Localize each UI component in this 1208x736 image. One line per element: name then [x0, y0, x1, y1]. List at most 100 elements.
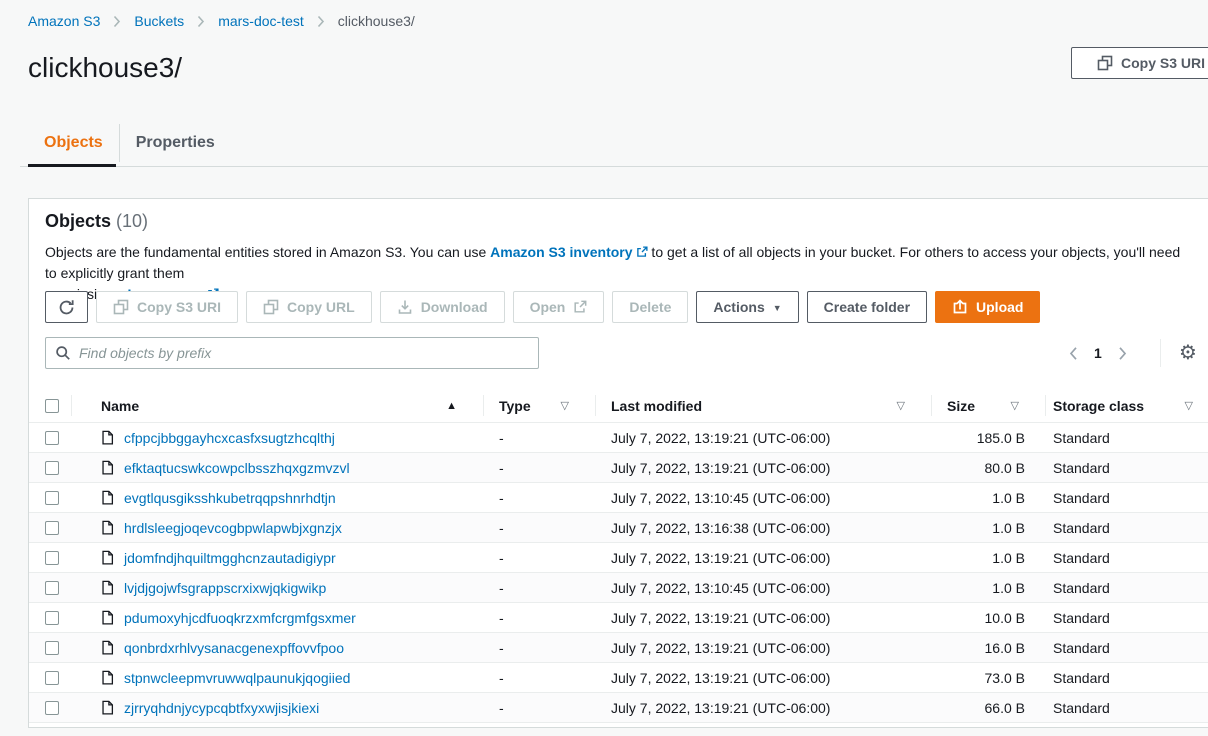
object-name-link[interactable]: jdomfndjhquiltmgghcnzautadigiypr: [124, 550, 336, 566]
sort-toggle-icon[interactable]: ▽: [1185, 399, 1193, 412]
copy-s3-uri-button[interactable]: Copy S3 URI: [96, 291, 238, 323]
column-header-size[interactable]: Size ▽: [931, 389, 1045, 422]
row-checkbox[interactable]: [45, 551, 59, 565]
download-button[interactable]: Download: [380, 291, 505, 323]
object-size: 80.0 B: [931, 453, 1045, 482]
row-checkbox[interactable]: [45, 431, 59, 445]
actions-label: Actions: [713, 299, 764, 315]
chevron-right-icon: [197, 15, 205, 28]
object-type: -: [483, 423, 595, 452]
column-header-type[interactable]: Type ▽: [483, 389, 595, 422]
create-folder-button[interactable]: Create folder: [807, 291, 927, 323]
row-checkbox[interactable]: [45, 581, 59, 595]
sort-ascending-icon: ▲: [446, 400, 457, 412]
copy-s3-uri-header-button[interactable]: Copy S3 URI: [1071, 47, 1208, 79]
active-tab-underline: [28, 164, 116, 167]
copy-url-button[interactable]: Copy URL: [246, 291, 372, 323]
breadcrumb-bucket-mars-doc-test[interactable]: mars-doc-test: [218, 13, 304, 29]
select-all-checkbox[interactable]: [45, 399, 59, 413]
open-button[interactable]: Open: [513, 291, 605, 323]
object-name-link[interactable]: lvjdjgojwfsgrappscrxixwjqkigwikp: [124, 580, 326, 596]
object-storage-class: Standard: [1045, 663, 1208, 692]
caret-down-icon: ▼: [773, 304, 782, 313]
object-size: 1.0 B: [931, 483, 1045, 512]
table-header-row: Name ▲ Type ▽ Last modified ▽ Size ▽ Sto…: [29, 389, 1208, 423]
object-type: -: [483, 603, 595, 632]
object-storage-class: Standard: [1045, 693, 1208, 722]
object-name-link[interactable]: stpnwcleepmvruwwqlpaunukjqogiied: [124, 670, 350, 686]
size-column-label: Size: [947, 398, 975, 414]
row-checkbox[interactable]: [45, 641, 59, 655]
column-header-storage-class[interactable]: Storage class ▽: [1045, 389, 1208, 422]
object-size: 185.0 B: [931, 423, 1045, 452]
object-name-link[interactable]: qonbrdxrhlvysanacgenexpffovvfpoo: [124, 640, 344, 656]
file-icon: [101, 580, 114, 595]
download-icon: [397, 299, 413, 315]
file-icon: [101, 460, 114, 475]
row-checkbox[interactable]: [45, 521, 59, 535]
delete-label: Delete: [629, 299, 671, 315]
breadcrumb-buckets[interactable]: Buckets: [134, 13, 184, 29]
object-name-link[interactable]: efktaqtucswkcowpclbsszhqxgzmvzvl: [124, 460, 350, 476]
external-link-icon: [636, 245, 648, 261]
actions-dropdown-button[interactable]: Actions ▼: [696, 291, 798, 323]
object-size: 1.0 B: [931, 543, 1045, 572]
table-row: pdumoxyhjcdfuoqkrzxmfcrgmfgsxmer - July …: [29, 603, 1208, 633]
object-storage-class: Standard: [1045, 633, 1208, 662]
tabs-baseline: [20, 166, 1208, 167]
file-icon: [101, 430, 114, 445]
refresh-button[interactable]: [45, 291, 88, 323]
column-header-name[interactable]: Name ▲: [71, 389, 483, 422]
copy-icon: [113, 299, 129, 315]
object-name-link[interactable]: evgtlqusgiksshkubetrqqpshnrhdtjn: [124, 490, 336, 506]
objects-count: (10): [116, 211, 148, 231]
pagination: 1: [1067, 337, 1129, 369]
object-storage-class: Standard: [1045, 423, 1208, 452]
object-size: 10.0 B: [931, 603, 1045, 632]
object-size: 66.0 B: [931, 693, 1045, 722]
file-icon: [101, 610, 114, 625]
row-checkbox[interactable]: [45, 461, 59, 475]
delete-button[interactable]: Delete: [612, 291, 688, 323]
row-checkbox[interactable]: [45, 611, 59, 625]
tab-objects[interactable]: Objects: [28, 120, 119, 166]
row-checkbox[interactable]: [45, 701, 59, 715]
object-last-modified: July 7, 2022, 13:19:21 (UTC-06:00): [595, 693, 931, 722]
current-page-number[interactable]: 1: [1094, 345, 1102, 361]
sort-toggle-icon[interactable]: ▽: [561, 399, 569, 412]
object-last-modified: July 7, 2022, 13:10:45 (UTC-06:00): [595, 483, 931, 512]
search-box: [45, 337, 539, 369]
column-header-last-modified[interactable]: Last modified ▽: [595, 389, 931, 422]
type-column-label: Type: [499, 398, 531, 414]
table-body: cfppcjbbggayhcxcasfxsugtzhcqlthj - July …: [29, 423, 1208, 723]
object-name-link[interactable]: cfppcjbbggayhcxcasfxsugtzhcqlthj: [124, 430, 335, 446]
previous-page-button[interactable]: [1067, 344, 1080, 363]
table-row: hrdlsleegjoqevcogbpwlapwbjxgnzjx - July …: [29, 513, 1208, 543]
name-column-label: Name: [101, 398, 139, 414]
copy-url-label: Copy URL: [287, 299, 355, 315]
upload-button[interactable]: Upload: [935, 291, 1040, 323]
next-page-button[interactable]: [1116, 344, 1129, 363]
object-name-link[interactable]: zjrryqhdnjycypcqbtfxyxwjisjkiexi: [124, 700, 319, 716]
last-modified-column-label: Last modified: [611, 398, 702, 414]
chevron-right-icon: [317, 15, 325, 28]
row-checkbox[interactable]: [45, 491, 59, 505]
object-name-link[interactable]: pdumoxyhjcdfuoqkrzxmfcrgmfgsxmer: [124, 610, 356, 626]
search-input[interactable]: [79, 345, 529, 361]
row-checkbox[interactable]: [45, 671, 59, 685]
file-icon: [101, 640, 114, 655]
object-storage-class: Standard: [1045, 453, 1208, 482]
object-name-link[interactable]: hrdlsleegjoqevcogbpwlapwbjxgnzjx: [124, 520, 342, 536]
object-last-modified: July 7, 2022, 13:19:21 (UTC-06:00): [595, 633, 931, 662]
tab-properties[interactable]: Properties: [120, 120, 231, 166]
breadcrumb: Amazon S3 Buckets mars-doc-test clickhou…: [28, 13, 415, 29]
sort-toggle-icon[interactable]: ▽: [897, 399, 905, 412]
amazon-s3-inventory-link[interactable]: Amazon S3 inventory: [490, 244, 632, 260]
object-storage-class: Standard: [1045, 603, 1208, 632]
breadcrumb-amazon-s3[interactable]: Amazon S3: [28, 13, 100, 29]
file-icon: [101, 490, 114, 505]
table-row: efktaqtucswkcowpclbsszhqxgzmvzvl - July …: [29, 453, 1208, 483]
object-storage-class: Standard: [1045, 573, 1208, 602]
preferences-button[interactable]: ⚙: [1173, 338, 1203, 368]
sort-toggle-icon[interactable]: ▽: [1011, 399, 1019, 412]
